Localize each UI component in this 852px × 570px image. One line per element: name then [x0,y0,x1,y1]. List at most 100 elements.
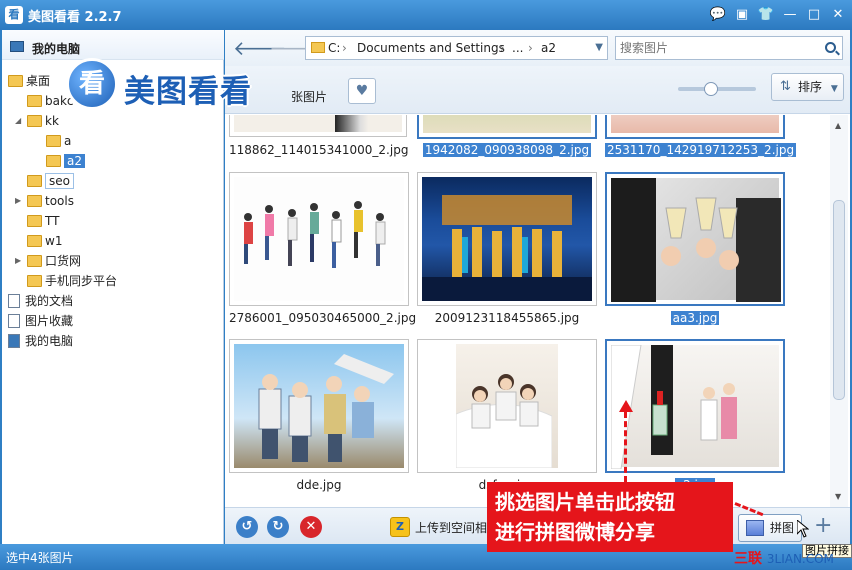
folder-icon [46,135,61,147]
expand-arrow-icon[interactable]: ▶ [15,192,25,210]
add-button[interactable]: + [814,513,832,538]
search-icon[interactable] [825,42,836,53]
callout-line-1: 挑选图片单击此按钮 [495,490,675,514]
path-segment[interactable]: C: [328,37,340,59]
menu-icon[interactable]: ▣ [732,5,752,25]
thumbnail-image[interactable] [229,172,409,306]
title-bar: 看 美图看看 2.2.7 💬 ▣ 👕 — □ ✕ [0,0,852,30]
path-segment[interactable]: Documents and Settings [357,37,505,59]
thumbnail-image[interactable] [417,339,597,473]
folder-icon [311,42,325,53]
chevron-down-icon: ▼ [830,84,838,94]
close-button[interactable]: ✕ [828,5,848,25]
sidebar-item-my-documents[interactable]: 我的文档 [8,292,73,310]
sort-button[interactable]: ⇅ 排序 ▼ [771,73,844,101]
sidebar-item-favorites[interactable]: 图片收藏 [8,312,73,330]
sidebar-item-label: a2 [64,154,85,168]
sidebar-item-kouhuo[interactable]: ▶ 口货网 [15,252,82,270]
sidebar-item-phone-sync[interactable]: 手机同步平台 [27,272,117,290]
rotate-left-icon: ↺ [241,519,253,534]
chevron-down-icon[interactable]: ▼ [595,37,603,59]
computer-icon [8,334,20,348]
thumbnail-caption: 2531170_142919712253_2.jpg [605,143,797,157]
folder-icon [46,155,61,167]
scroll-up-icon[interactable]: ▲ [835,121,841,130]
expand-arrow-icon[interactable]: ◢ [15,112,25,130]
rotate-left-button[interactable]: ↺ [236,516,258,538]
sidebar-item-kk[interactable]: ◢ kk [15,112,59,130]
app-logo: 看 美图看看 [66,58,292,110]
path-segment[interactable]: a2 [541,37,556,59]
scrollbar-thumb[interactable] [833,200,845,400]
upload-icon[interactable]: Z [390,517,410,537]
rotate-right-icon: ↻ [272,519,284,534]
thumbnail-image[interactable] [417,115,597,139]
watermark-domain: 3LIAN.COM [766,552,834,566]
delete-icon: ✕ [305,519,317,534]
skin-icon[interactable]: 👕 [756,5,776,25]
thumbnail-caption: dde.jpg [296,478,342,492]
maximize-button[interactable]: □ [804,5,824,25]
sidebar-item-w1[interactable]: w1 [27,232,62,250]
sidebar-item-label: tools [45,194,74,208]
sidebar-item-my-computer[interactable]: 我的电脑 [8,332,73,350]
thumbnail-caption: 2786001_095030465000_2.jpg [229,311,417,325]
scroll-down-icon[interactable]: ▼ [835,492,841,501]
sidebar-item-label: a [64,134,72,148]
sort-label: 排序 [798,80,823,94]
sidebar-item-label: seo [45,173,74,189]
thumbnail-image[interactable] [605,115,785,139]
thumbnail-image[interactable] [229,339,409,473]
folder-icon [27,195,42,207]
path-segment[interactable]: ... [512,37,523,59]
app-icon: 看 [5,6,23,24]
window-title: 美图看看 2.2.7 [28,10,122,25]
puzzle-label: 拼图 [770,521,795,535]
sidebar-item-desktop[interactable]: 桌面 [8,72,50,90]
sidebar-item-label: 桌面 [26,74,51,88]
sort-icon: ⇅ [780,79,791,94]
status-text: 选中4张图片 [6,551,74,565]
thumbnail-image[interactable] [229,115,407,137]
delete-button[interactable]: ✕ [300,516,322,538]
search-box [615,36,843,60]
thumbnail-image[interactable] [605,172,785,306]
path-bar[interactable]: C: › Documents and Settings › ... › a2 ▼ [305,36,608,60]
feedback-icon[interactable]: 💬 [708,5,728,25]
sidebar-item-a[interactable]: a [46,132,71,150]
sidebar-header[interactable]: 我的电脑 [2,30,224,60]
favorite-button[interactable]: ♥ [348,78,376,104]
sidebar-item-tt[interactable]: TT [27,212,59,230]
callout-arrow-up [619,400,633,482]
thumbnail-image[interactable] [417,172,597,306]
callout-line-2: 进行拼图微博分享 [495,520,655,544]
sidebar-item-a2[interactable]: a2 [46,152,85,170]
zoom-slider-thumb[interactable] [703,82,718,96]
thumbnail-caption: 118862_114015341000_2.jpg [229,143,409,157]
sidebar-item-label: w1 [45,234,63,248]
minimize-button[interactable]: — [780,5,800,25]
puzzle-icon [746,520,764,536]
sidebar-item-label: 口货网 [45,254,82,268]
thumbnail-grid: 118862_114015341000_2.jpg 1942082_090938… [225,115,830,507]
zoom-slider[interactable] [678,82,756,96]
puzzle-button[interactable]: 拼图 [738,514,802,542]
computer-icon [10,41,24,52]
sidebar-item-seo[interactable]: seo [27,172,74,190]
path-separator: › [500,41,505,55]
sidebar-item-label: 手机同步平台 [45,274,118,288]
sidebar-item-tools[interactable]: ▶ tools [15,192,74,210]
thumbnail-caption: 2009123118455865.jpg [434,311,580,325]
rotate-right-button[interactable]: ↻ [267,516,289,538]
sidebar-item-label: 图片收藏 [25,314,74,328]
folder-icon [8,75,23,87]
main-panel: 🡐 🡒 C: › Documents and Settings › ... › … [225,30,850,544]
instruction-callout: 挑选图片单击此按钮 进行拼图微博分享 [487,482,733,552]
favorites-icon [8,314,20,328]
search-input[interactable] [620,41,810,55]
sidebar-item-label: kk [45,114,59,128]
vertical-scrollbar[interactable]: ▲ ▼ [830,115,848,507]
expand-arrow-icon[interactable]: ▶ [15,252,25,270]
folder-icon [27,115,42,127]
sidebar-item-label: TT [45,214,60,228]
